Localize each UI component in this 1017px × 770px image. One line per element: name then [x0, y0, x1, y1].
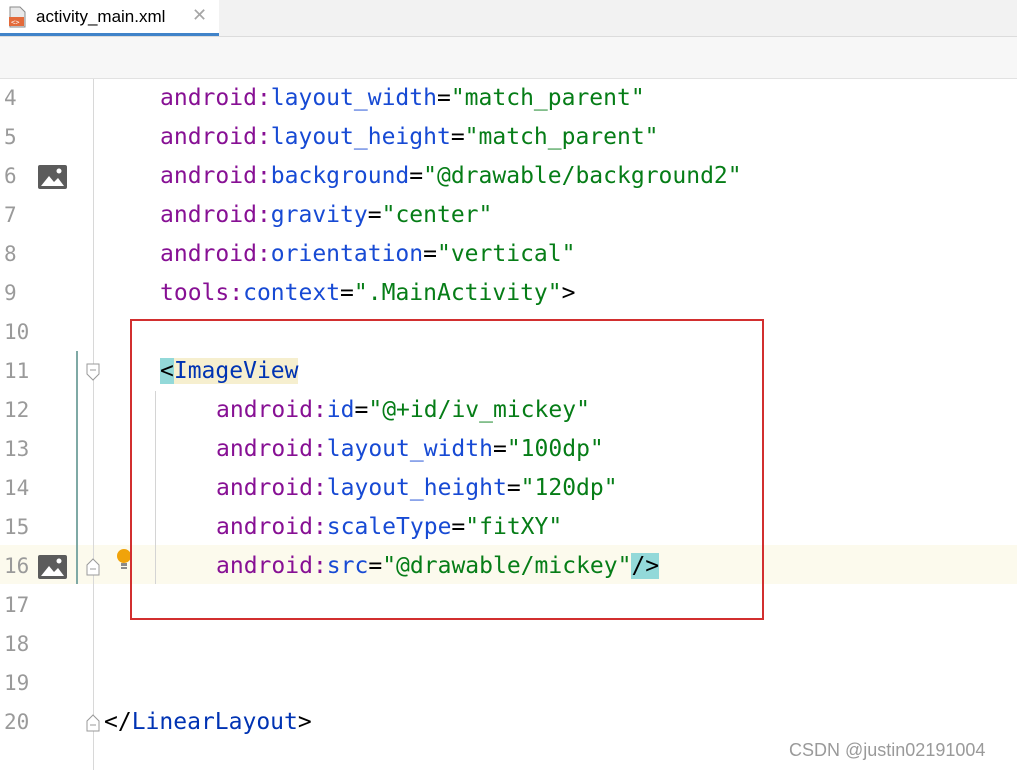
close-icon[interactable]: ✕ — [192, 5, 207, 26]
line-number: 14 — [4, 476, 30, 500]
code-token: layout_height — [270, 124, 451, 150]
editor-tab-bar: <> activity_main.xml ✕ — [0, 0, 1017, 37]
image-icon[interactable] — [38, 555, 67, 579]
annotation-highlight-box — [130, 319, 764, 620]
code-token: tools — [160, 280, 230, 306]
line-number: 10 — [4, 320, 30, 344]
code-token: : — [256, 163, 271, 189]
code-token: "@drawable/background2" — [423, 163, 742, 189]
code-token: = — [436, 85, 451, 111]
code-token: gravity — [270, 202, 368, 228]
code-token: = — [409, 163, 424, 189]
code-token: : — [256, 85, 271, 111]
line-number: 13 — [4, 437, 30, 461]
line-number: 20 — [4, 710, 30, 734]
code-token: : — [256, 241, 271, 267]
fold-icon[interactable] — [86, 558, 100, 576]
line-number: 11 — [4, 359, 30, 383]
code-token: orientation — [270, 241, 424, 267]
code-token: LinearLayout — [131, 709, 298, 735]
code-token: : — [229, 280, 244, 306]
code-token: = — [340, 280, 354, 306]
code-token: android — [160, 163, 257, 189]
line-number: 12 — [4, 398, 30, 422]
code-token: "center" — [381, 202, 493, 228]
code-token: = — [423, 241, 437, 267]
code-line[interactable]: tools:context=".MainActivity"> — [160, 274, 575, 313]
fold-icon[interactable] — [86, 714, 100, 732]
svg-text:<>: <> — [11, 19, 19, 27]
xml-file-icon: <> — [9, 6, 26, 28]
code-line[interactable]: android:gravity="center" — [160, 196, 492, 235]
code-token: "match_parent" — [464, 124, 659, 150]
vcs-change-marker[interactable] — [76, 351, 78, 584]
code-line[interactable]: </LinearLayout> — [104, 703, 312, 742]
code-token: ".MainActivity" — [353, 280, 562, 306]
line-number: 6 — [4, 164, 17, 188]
image-icon[interactable] — [38, 165, 67, 189]
code-line[interactable]: android:layout_height="match_parent" — [160, 118, 659, 157]
line-number: 8 — [4, 242, 17, 266]
code-token: "match_parent" — [450, 85, 645, 111]
line-number: 9 — [4, 281, 17, 305]
watermark: CSDN @justin02191004 — [789, 740, 986, 760]
code-token: : — [256, 202, 271, 228]
code-token: layout_width — [270, 85, 437, 111]
code-token: > — [297, 709, 312, 735]
code-token: android — [160, 241, 257, 267]
code-token: = — [367, 202, 382, 228]
line-number: 4 — [4, 86, 17, 110]
line-number: 18 — [4, 632, 30, 656]
code-token: context — [243, 280, 341, 306]
line-number: 16 — [4, 554, 30, 578]
code-line[interactable]: android:orientation="vertical" — [160, 235, 575, 274]
editor-toolbar — [0, 37, 1017, 79]
code-token: background — [270, 163, 410, 189]
code-line[interactable]: android:background="@drawable/background… — [160, 157, 742, 196]
code-token: android — [160, 85, 257, 111]
line-number: 19 — [4, 671, 30, 695]
tab-activity-main-xml[interactable]: <> activity_main.xml ✕ — [0, 0, 219, 36]
tab-label: activity_main.xml — [36, 7, 166, 26]
line-number: 17 — [4, 593, 30, 617]
code-token: > — [561, 280, 576, 306]
code-token: : — [256, 124, 271, 150]
code-line[interactable]: android:layout_width="match_parent" — [160, 79, 645, 118]
line-number: 15 — [4, 515, 30, 539]
code-token: android — [160, 124, 257, 150]
code-token: = — [450, 124, 465, 150]
code-token: </ — [104, 709, 132, 735]
code-token: "vertical" — [436, 241, 576, 267]
line-number: 7 — [4, 203, 17, 227]
code-token: android — [160, 202, 257, 228]
line-number: 5 — [4, 125, 17, 149]
fold-icon[interactable] — [86, 363, 100, 381]
